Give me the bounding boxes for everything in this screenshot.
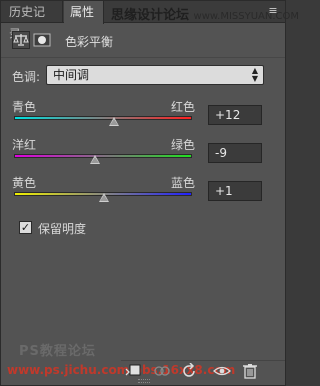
watermark-top-cn: 思缘设计论坛 — [111, 8, 190, 23]
slider-left-label: 洋红 — [12, 138, 37, 152]
dropdown-arrows-icon: ▲ ▼ — [251, 66, 258, 83]
slider-left-label: 黄色 — [12, 176, 37, 190]
panel-menu-icon[interactable]: ≡ — [267, 5, 279, 17]
slider-magenta-green: 洋红 绿色 -9 — [1, 136, 287, 176]
tone-label: 色调: — [12, 70, 41, 84]
preserve-luminosity-label: 保留明度 — [38, 222, 87, 236]
tone-dropdown-value: 中间调 — [53, 68, 90, 82]
slider-left-label: 青色 — [12, 100, 37, 114]
adjustment-title: 色彩平衡 — [65, 35, 114, 49]
preserve-luminosity-checkbox[interactable]: ✓ — [19, 221, 32, 234]
slider-yellow-blue: 黄色 蓝色 +1 — [1, 174, 287, 214]
toolbar-divider — [121, 360, 285, 361]
adjustment-header: 色彩平衡 — [1, 24, 285, 58]
slider-thumb[interactable] — [98, 193, 109, 202]
color-balance-icon[interactable] — [12, 31, 30, 49]
tab-properties[interactable]: 属性 — [64, 1, 104, 24]
slider-right-label: 蓝色 — [170, 176, 195, 190]
tab-history[interactable]: 历史记录 — [3, 1, 63, 41]
slider-cyan-red: 青色 红色 +12 — [1, 98, 287, 138]
slider-track[interactable] — [14, 116, 192, 120]
slider-track[interactable] — [14, 154, 192, 158]
reset-icon[interactable] — [181, 362, 199, 379]
panel-resize-handle[interactable] — [138, 379, 150, 383]
slider-value-input[interactable]: +1 — [208, 181, 262, 201]
properties-panel: 历史记录 属性 思缘设计论坛 www.MISSYUAN.COM ≡ 色彩平衡 色… — [0, 0, 299, 386]
slider-right-label: 红色 — [170, 100, 195, 114]
slider-thumb[interactable] — [108, 117, 119, 126]
tone-dropdown[interactable]: 中间调 ▲ ▼ — [46, 65, 264, 85]
tab-bar: 历史记录 属性 思缘设计论坛 www.MISSYUAN.COM ≡ — [1, 1, 299, 41]
slider-value-input[interactable]: -9 — [208, 143, 262, 163]
layer-mask-icon[interactable] — [33, 31, 51, 49]
slider-value-input[interactable]: +12 — [208, 105, 262, 125]
watermark-bottom-line1: PS教程论坛 — [19, 344, 96, 359]
watermark-bottom-line2: www.ps.jichu.com bbs.16xx8.com — [7, 363, 236, 377]
slider-right-label: 绿色 — [170, 138, 195, 152]
view-previous-state-icon[interactable] — [153, 363, 171, 379]
clip-to-layer-icon[interactable] — [125, 363, 143, 379]
visibility-eye-icon[interactable] — [213, 363, 231, 379]
slider-thumb[interactable] — [89, 155, 100, 164]
trash-icon[interactable] — [241, 363, 259, 379]
watermark-top-en: www.MISSYUAN.COM — [193, 11, 300, 22]
